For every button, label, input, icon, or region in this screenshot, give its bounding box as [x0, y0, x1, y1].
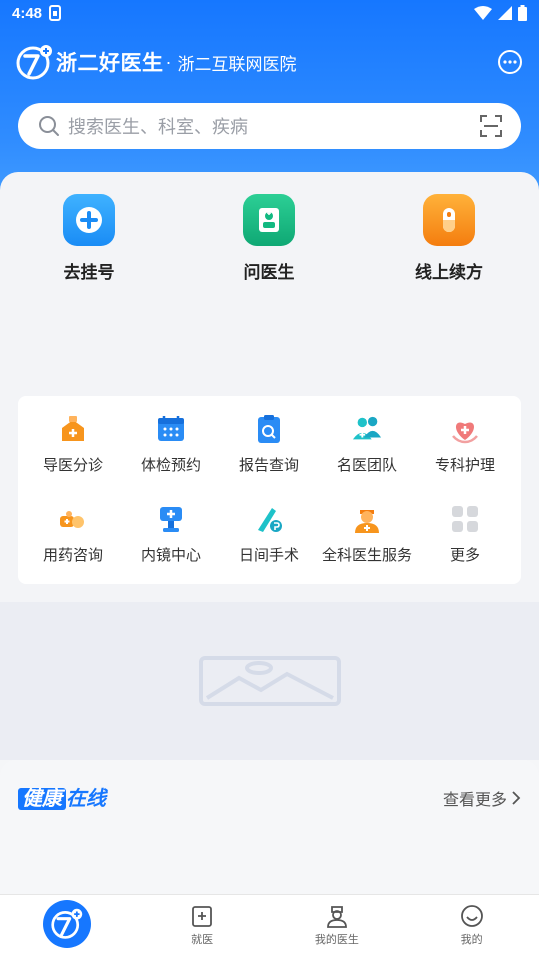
care-heart-icon [450, 414, 480, 444]
pill-capsule-icon [423, 194, 475, 246]
service-item[interactable]: 更多 [415, 504, 515, 565]
service-label: 内镜中心 [140, 547, 201, 564]
app-logo-icon [16, 45, 52, 80]
app-name: 浙二好医生 [56, 52, 164, 75]
triage-icon [58, 414, 88, 444]
tab-my-doctor[interactable]: 我的医生 [270, 895, 405, 956]
calendar-icon [156, 414, 186, 444]
scan-icon[interactable] [479, 114, 503, 138]
service-label: 报告查询 [238, 457, 299, 474]
tab-home[interactable] [0, 895, 135, 956]
grid-more-icon [450, 504, 480, 534]
service-item[interactable]: 名医团队 [317, 414, 417, 475]
quick-label: 线上续方 [415, 263, 483, 282]
service-label: 日间手术 [238, 547, 299, 564]
quick-label: 问医生 [243, 263, 295, 282]
search-bar[interactable]: 搜索医生、科室、疾病 [18, 103, 521, 149]
services-grid: 导医分诊 体检预约 报告查询 名医团队 专科护理 用药咨询 内镜中心 日间手术 … [18, 396, 521, 584]
search-icon [39, 116, 59, 136]
service-label: 导医分诊 [42, 457, 103, 474]
message-icon[interactable] [497, 49, 523, 75]
surgery-icon [254, 504, 284, 534]
search-placeholder: 搜索医生、科室、疾病 [68, 117, 248, 137]
service-item[interactable]: 内镜中心 [121, 504, 221, 565]
team-icon [352, 414, 382, 444]
hospital-icon [192, 906, 213, 927]
brand-bar: 浙二好医生 · 浙二互联网医院 [16, 44, 523, 80]
doctor-icon [243, 194, 295, 246]
service-item[interactable]: 报告查询 [219, 414, 319, 475]
tab-label: 就医 [191, 934, 214, 946]
service-item[interactable]: 全科医生服务 [317, 504, 417, 565]
report-search-icon [254, 414, 284, 444]
service-label: 专科护理 [434, 457, 495, 474]
service-label: 名医团队 [336, 457, 397, 474]
doctor-person-icon [326, 906, 347, 928]
tab-medical[interactable]: 就医 [135, 895, 270, 956]
service-label: 用药咨询 [42, 547, 103, 564]
health-online-section: 健康 在线 查看更多 [0, 760, 539, 896]
status-bar: 4:48 [0, 0, 539, 26]
sim-icon [49, 5, 62, 21]
image-placeholder-icon [198, 656, 341, 706]
main-card: 去挂号 问医生 线上续方 导医分诊 体检预约 报告查询 名医团队 专科护理 用药… [0, 172, 539, 602]
medicine-icon [58, 504, 88, 534]
hospital-name: 浙二互联网医院 [177, 54, 297, 74]
chevron-right-icon [512, 791, 521, 805]
service-item[interactable]: 导医分诊 [23, 414, 123, 475]
wifi-icon [474, 6, 492, 20]
battery-icon [518, 5, 527, 21]
service-label: 全科医生服务 [321, 547, 412, 564]
endoscope-icon [156, 504, 186, 534]
smile-face-icon [460, 905, 483, 927]
service-item[interactable]: 体检预约 [121, 414, 221, 475]
tab-mine[interactable]: 我的 [404, 895, 539, 956]
service-item[interactable]: 用药咨询 [23, 504, 123, 565]
view-more-label: 查看更多 [442, 792, 507, 809]
signal-icon [498, 6, 512, 20]
banner-placeholder[interactable] [0, 602, 539, 760]
service-label: 更多 [449, 547, 480, 564]
service-label: 体检预约 [140, 457, 201, 474]
quick-label: 去挂号 [63, 263, 115, 282]
health-online-logo: 健康 在线 [18, 782, 106, 811]
tab-label: 我的 [460, 934, 483, 946]
quick-register[interactable]: 去挂号 [29, 194, 149, 283]
health-title-part1: 健康 [18, 788, 66, 810]
quick-online-prescription[interactable]: 线上续方 [389, 194, 509, 283]
tab-label: 我的医生 [314, 934, 359, 946]
service-item[interactable]: 专科护理 [415, 414, 515, 475]
view-more-link[interactable]: 查看更多 [443, 786, 521, 810]
brand-separator: · [165, 51, 172, 72]
plus-cross-icon [63, 194, 115, 246]
status-time: 4:48 [12, 4, 43, 22]
home-logo-icon [43, 899, 92, 948]
health-title-part2: 在线 [66, 788, 106, 810]
quick-ask-doctor[interactable]: 问医生 [209, 194, 329, 283]
service-item[interactable]: 日间手术 [219, 504, 319, 565]
general-doctor-icon [352, 504, 382, 534]
bottom-tab-bar: 就医 我的医生 我的 [0, 894, 539, 956]
